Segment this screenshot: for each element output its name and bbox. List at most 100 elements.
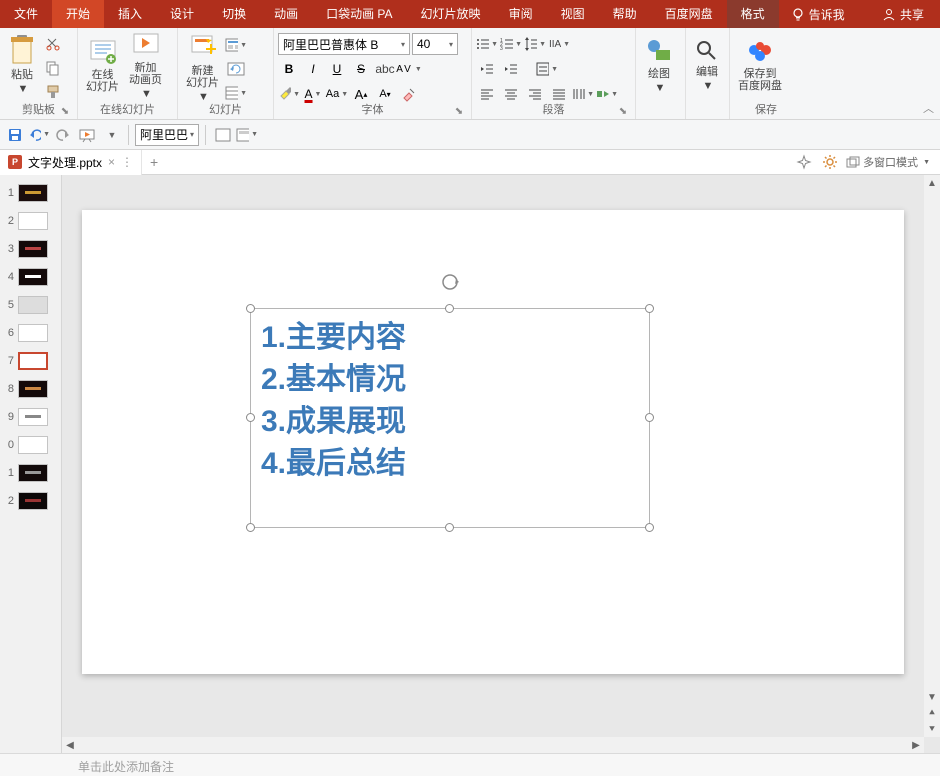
share-button[interactable]: 共享 bbox=[866, 0, 940, 28]
layout-button[interactable]: ▼ bbox=[225, 34, 247, 56]
vertical-scrollbar[interactable]: ▲ ▼ ⯅ ⯆ bbox=[924, 175, 940, 737]
resize-handle-t[interactable] bbox=[445, 304, 454, 313]
tab-baidu[interactable]: 百度网盘 bbox=[651, 0, 727, 28]
decrease-font-button[interactable]: A▾ bbox=[374, 83, 396, 105]
thumbnail[interactable]: 9 bbox=[0, 403, 61, 431]
thumbnail[interactable]: 2 bbox=[0, 487, 61, 515]
resize-handle-l[interactable] bbox=[246, 413, 255, 422]
clear-format-button[interactable] bbox=[398, 83, 420, 105]
online-slides-button[interactable]: 在线 幻灯片 bbox=[82, 35, 123, 95]
tab-insert[interactable]: 插入 bbox=[104, 0, 156, 28]
increase-indent-button[interactable] bbox=[500, 58, 522, 80]
undo-button[interactable]: ▼ bbox=[28, 124, 50, 146]
paragraph-launcher[interactable]: ⬊ bbox=[617, 105, 629, 117]
bold-button[interactable]: B bbox=[278, 58, 300, 80]
smartart-button[interactable]: ▼ bbox=[596, 83, 618, 105]
qat-layout-button[interactable]: ▼ bbox=[236, 124, 258, 146]
paste-button[interactable]: 粘贴 ▼ bbox=[4, 31, 40, 97]
sparkle-button[interactable] bbox=[794, 152, 814, 172]
settings-button[interactable] bbox=[820, 152, 840, 172]
font-launcher[interactable]: ⬊ bbox=[453, 105, 465, 117]
qat-font-select[interactable]: 阿里巴巴▾ bbox=[135, 124, 199, 146]
scroll-down-button[interactable]: ▼ bbox=[924, 689, 940, 705]
save-button[interactable] bbox=[4, 124, 26, 146]
tab-file[interactable]: 文件 bbox=[0, 0, 52, 28]
italic-button[interactable]: I bbox=[302, 58, 324, 80]
numbering-button[interactable]: 123▼ bbox=[500, 33, 522, 55]
qat-blank-button[interactable] bbox=[212, 124, 234, 146]
align-text-button[interactable]: ▼ bbox=[536, 58, 558, 80]
tab-format[interactable]: 格式 bbox=[727, 0, 779, 28]
textbox-content[interactable]: 1.主要内容2.基本情况3.成果展现4.最后总结 bbox=[251, 309, 649, 493]
save-baidu-button[interactable]: 保存到 百度网盘 bbox=[734, 36, 786, 94]
resize-handle-br[interactable] bbox=[645, 523, 654, 532]
decrease-indent-button[interactable] bbox=[476, 58, 498, 80]
align-left-button[interactable] bbox=[476, 83, 498, 105]
thumbnail[interactable]: 5 bbox=[0, 291, 61, 319]
thumbnail[interactable]: 1 bbox=[0, 179, 61, 207]
bullets-button[interactable]: ▼ bbox=[476, 33, 498, 55]
slide[interactable]: 1.主要内容2.基本情况3.成果展现4.最后总结 bbox=[82, 210, 904, 674]
tab-help[interactable]: 帮助 bbox=[599, 0, 651, 28]
font-color-button[interactable]: A▼ bbox=[302, 83, 324, 105]
justify-button[interactable] bbox=[548, 83, 570, 105]
copy-button[interactable] bbox=[42, 57, 64, 79]
new-document-button[interactable]: + bbox=[142, 150, 166, 175]
thumbnail[interactable]: 8 bbox=[0, 375, 61, 403]
resize-handle-r[interactable] bbox=[645, 413, 654, 422]
drawing-button[interactable]: 绘图▼ bbox=[640, 34, 678, 96]
redo-button[interactable] bbox=[52, 124, 74, 146]
rotation-handle[interactable] bbox=[441, 273, 459, 291]
thumbnail[interactable]: 0 bbox=[0, 431, 61, 459]
increase-font-button[interactable]: A▴ bbox=[350, 83, 372, 105]
collapse-ribbon-button[interactable]: ︿ bbox=[923, 100, 934, 116]
editing-button[interactable]: 编辑▼ bbox=[690, 36, 724, 94]
align-right-button[interactable] bbox=[524, 83, 546, 105]
cut-button[interactable] bbox=[42, 33, 64, 55]
align-center-button[interactable] bbox=[500, 83, 522, 105]
text-shadow-button[interactable]: abc bbox=[374, 58, 396, 80]
new-anim-page-button[interactable]: 新加 动画页▼ bbox=[125, 28, 166, 102]
underline-button[interactable]: U bbox=[326, 58, 348, 80]
section-button[interactable]: ▼ bbox=[225, 82, 247, 104]
scroll-right-button[interactable]: ▶ bbox=[908, 737, 924, 753]
line-spacing-button[interactable]: ▼ bbox=[524, 33, 546, 55]
resize-handle-bl[interactable] bbox=[246, 523, 255, 532]
horizontal-scrollbar[interactable]: ◀ ▶ bbox=[62, 737, 924, 753]
thumbnail[interactable]: 4 bbox=[0, 263, 61, 291]
text-direction-button[interactable]: IIA▼ bbox=[548, 33, 570, 55]
thumbnail[interactable]: 3 bbox=[0, 235, 61, 263]
scroll-up-button[interactable]: ▲ bbox=[924, 175, 940, 191]
tab-slideshow[interactable]: 幻灯片放映 bbox=[407, 0, 495, 28]
thumbnail[interactable]: 7 bbox=[0, 347, 61, 375]
tab-design[interactable]: 设计 bbox=[156, 0, 208, 28]
slideshow-button[interactable] bbox=[76, 124, 98, 146]
reset-button[interactable] bbox=[225, 58, 247, 80]
tell-me[interactable]: 告诉我 bbox=[779, 0, 857, 28]
tab-home[interactable]: 开始 bbox=[52, 0, 104, 28]
thumbnail[interactable]: 1 bbox=[0, 459, 61, 487]
clipboard-launcher[interactable]: ⬊ bbox=[59, 105, 71, 117]
notes-pane[interactable]: 单击此处添加备注 bbox=[0, 753, 940, 776]
resize-handle-tr[interactable] bbox=[645, 304, 654, 313]
columns-button[interactable]: ▼ bbox=[572, 83, 594, 105]
font-size-select[interactable]: 40▾ bbox=[412, 33, 458, 55]
next-slide-button[interactable]: ⯆ bbox=[924, 721, 940, 737]
tab-review[interactable]: 审阅 bbox=[495, 0, 547, 28]
scroll-left-button[interactable]: ◀ bbox=[62, 737, 78, 753]
highlight-button[interactable]: ▼ bbox=[278, 83, 300, 105]
strikethrough-button[interactable]: S bbox=[350, 58, 372, 80]
tab-view[interactable]: 视图 bbox=[547, 0, 599, 28]
change-case-button[interactable]: Aa▼ bbox=[326, 83, 348, 105]
font-name-select[interactable]: 阿里巴巴普惠体 B▾ bbox=[278, 33, 410, 55]
tab-pocket-anim[interactable]: 口袋动画 PA bbox=[312, 0, 406, 28]
new-slide-button[interactable]: 新建 幻灯片▼ bbox=[182, 31, 223, 105]
char-spacing-button[interactable]: AV▼ bbox=[398, 58, 420, 80]
thumbnail[interactable]: 2 bbox=[0, 207, 61, 235]
thumbnail[interactable]: 6 bbox=[0, 319, 61, 347]
resize-handle-tl[interactable] bbox=[246, 304, 255, 313]
qat-more-button[interactable]: ▼ bbox=[100, 124, 122, 146]
resize-handle-b[interactable] bbox=[445, 523, 454, 532]
textbox[interactable]: 1.主要内容2.基本情况3.成果展现4.最后总结 bbox=[250, 308, 650, 528]
multiwindow-button[interactable]: 多窗口模式▼ bbox=[846, 152, 930, 172]
